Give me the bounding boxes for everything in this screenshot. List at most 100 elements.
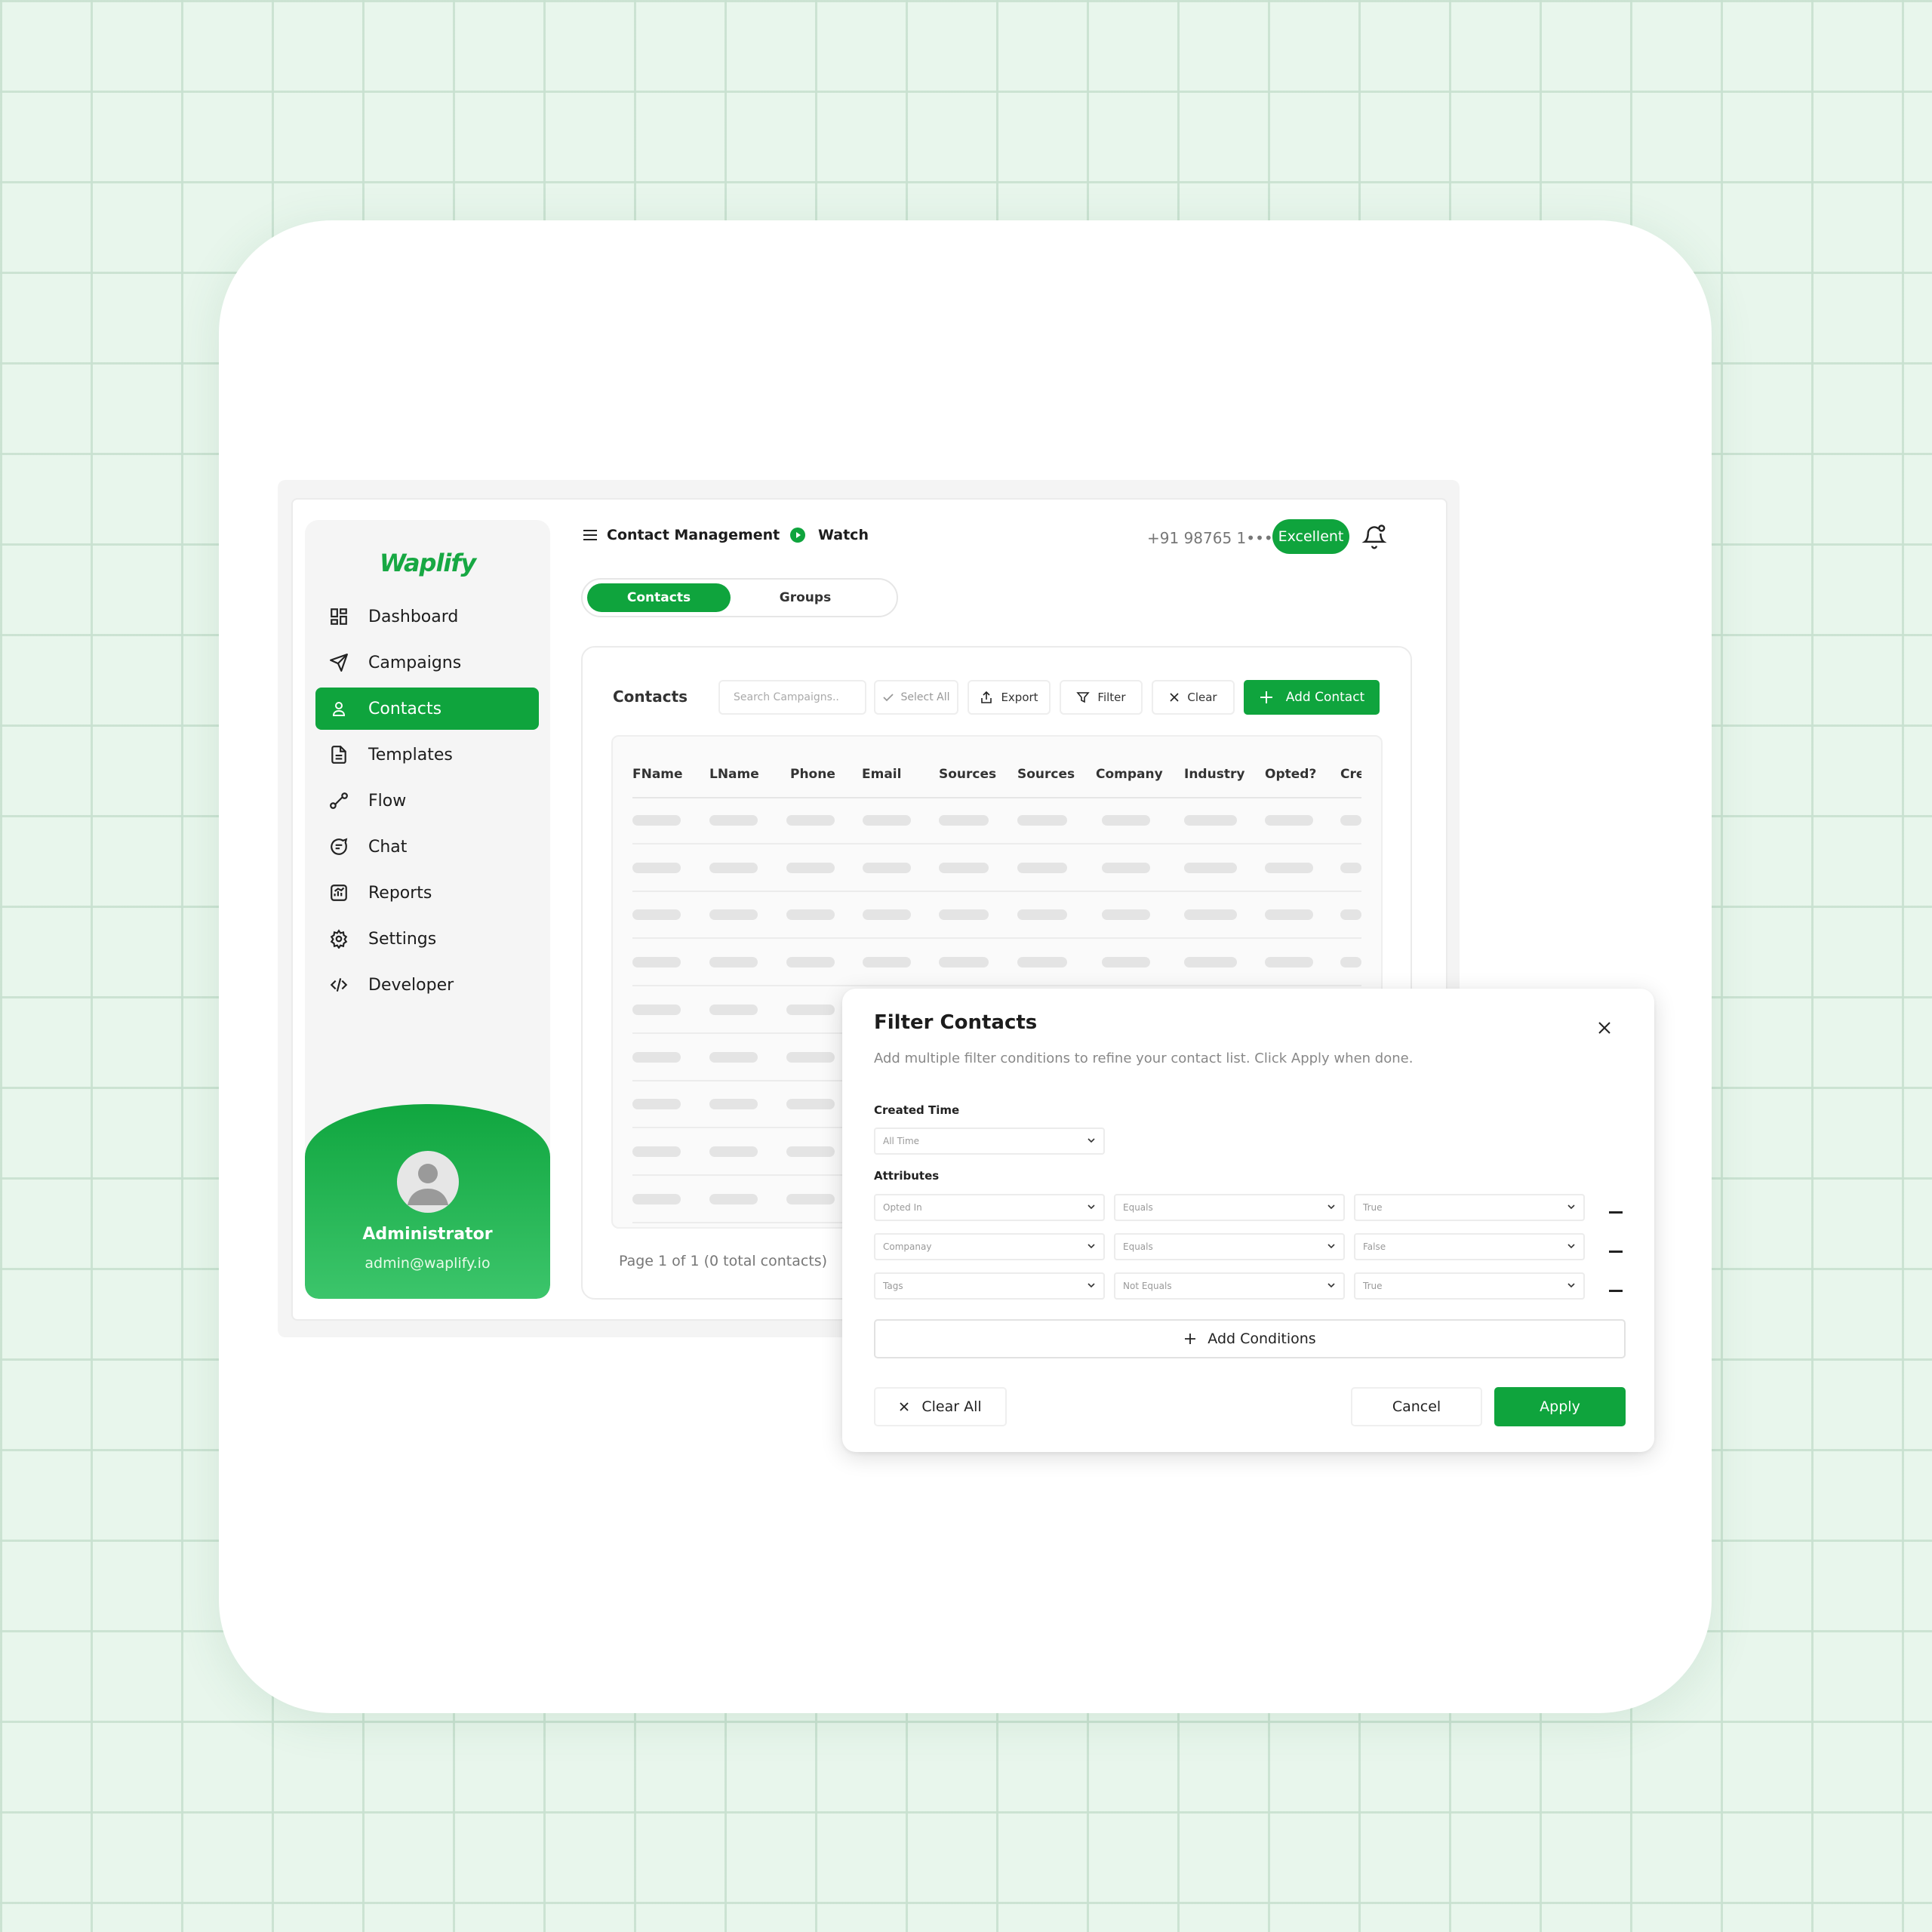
sidebar-item-label: Templates xyxy=(368,745,453,764)
close-icon xyxy=(1169,692,1180,703)
apply-button[interactable]: Apply xyxy=(1494,1387,1626,1426)
skeleton-cell xyxy=(1017,815,1067,826)
export-button[interactable]: Export xyxy=(968,680,1051,715)
skeleton-cell xyxy=(709,957,758,968)
column-header[interactable]: Email xyxy=(862,767,901,782)
condition-operator-select[interactable]: Not Equals xyxy=(1114,1272,1345,1300)
close-icon[interactable] xyxy=(1597,1020,1612,1038)
clear-all-button[interactable]: Clear All xyxy=(874,1387,1007,1426)
skeleton-cell xyxy=(1340,862,1361,873)
skeleton-cell xyxy=(1102,862,1150,873)
row-divider xyxy=(632,843,1361,844)
skeleton-cell xyxy=(709,1051,758,1063)
reports-icon xyxy=(328,881,350,904)
column-header[interactable]: Opted? xyxy=(1265,767,1316,782)
skeleton-cell xyxy=(1184,957,1237,968)
condition-field-select[interactable]: Companay xyxy=(874,1233,1105,1260)
cancel-button[interactable]: Cancel xyxy=(1351,1387,1482,1426)
remove-condition-button[interactable] xyxy=(1609,1290,1623,1292)
sidebar-item-label: Reports xyxy=(368,883,432,903)
skeleton-cell xyxy=(632,1051,681,1063)
notification-bell-icon[interactable] xyxy=(1361,523,1387,553)
created-time-select[interactable]: All Time xyxy=(874,1128,1105,1155)
sidebar-item-flow[interactable]: Flow xyxy=(315,780,539,822)
filter-label: Filter xyxy=(1097,691,1126,704)
column-header[interactable]: Industry xyxy=(1184,767,1244,782)
menu-icon[interactable] xyxy=(583,529,598,541)
condition-field-select[interactable]: Tags xyxy=(874,1272,1105,1300)
condition-operator-select[interactable]: Equals xyxy=(1114,1194,1345,1221)
chevron-down-icon xyxy=(1087,1202,1096,1214)
column-header[interactable]: Sources xyxy=(939,767,996,782)
remove-condition-button[interactable] xyxy=(1609,1251,1623,1253)
column-header[interactable]: Phone xyxy=(790,767,835,782)
skeleton-cell xyxy=(632,1004,681,1015)
user-icon xyxy=(328,697,350,720)
column-header[interactable]: Company xyxy=(1096,767,1163,782)
watch-button[interactable]: Watch xyxy=(789,527,869,543)
filter-button[interactable]: Filter xyxy=(1060,680,1143,715)
condition-value-select[interactable]: True xyxy=(1354,1194,1585,1221)
sidebar-item-label: Contacts xyxy=(368,699,442,718)
sidebar-item-campaigns[interactable]: Campaigns xyxy=(315,641,539,684)
skeleton-cell xyxy=(1340,909,1361,921)
skeleton-cell xyxy=(939,909,989,921)
condition-value-select[interactable]: False xyxy=(1354,1233,1585,1260)
sidebar-item-dashboard[interactable]: Dashboard xyxy=(315,595,539,638)
modal-subtitle: Add multiple filter conditions to refine… xyxy=(874,1051,1414,1066)
tab-groups[interactable]: Groups xyxy=(734,583,877,612)
sidebar-item-reports[interactable]: Reports xyxy=(315,872,539,914)
play-icon xyxy=(789,527,806,543)
skeleton-cell xyxy=(709,1004,758,1015)
condition-operator-select[interactable]: Equals xyxy=(1114,1233,1345,1260)
modal-title: Filter Contacts xyxy=(874,1011,1038,1034)
select-all-button[interactable]: Select All xyxy=(874,680,958,715)
skeleton-cell xyxy=(786,909,835,921)
profile-name: Administrator xyxy=(362,1225,493,1244)
add-conditions-button[interactable]: Add Conditions xyxy=(874,1319,1626,1358)
skeleton-cell xyxy=(863,815,911,826)
export-icon xyxy=(980,691,993,704)
skeleton-cell xyxy=(709,1099,758,1110)
column-header[interactable]: Sources xyxy=(1017,767,1075,782)
skeleton-cell xyxy=(786,1099,835,1110)
tab-contacts[interactable]: Contacts xyxy=(587,583,731,612)
condition-value-value: True xyxy=(1363,1202,1383,1213)
condition-value-select[interactable]: True xyxy=(1354,1272,1585,1300)
row-divider xyxy=(632,1079,845,1081)
skeleton-cell xyxy=(1102,815,1150,826)
sidebar-item-settings[interactable]: Settings xyxy=(315,918,539,960)
skeleton-cell xyxy=(632,909,681,921)
sidebar-item-label: Chat xyxy=(368,837,408,857)
skeleton-cell xyxy=(786,1004,835,1015)
column-header[interactable]: Cre xyxy=(1340,767,1361,782)
sidebar-item-label: Flow xyxy=(368,791,407,811)
sidebar-item-chat[interactable]: Chat xyxy=(315,826,539,868)
remove-condition-button[interactable] xyxy=(1609,1211,1623,1214)
chevron-down-icon xyxy=(1327,1241,1336,1253)
row-divider xyxy=(632,1127,845,1129)
user-profile-card[interactable]: Administrator admin@waplify.io xyxy=(305,1104,550,1299)
flow-icon xyxy=(328,789,350,812)
skeleton-cell xyxy=(1265,815,1313,826)
column-header[interactable]: FName xyxy=(632,767,683,782)
close-icon xyxy=(899,1401,909,1412)
search-placeholder: Search Campaigns.. xyxy=(734,691,839,703)
column-header[interactable]: LName xyxy=(709,767,759,782)
skeleton-cell xyxy=(1184,815,1237,826)
search-input[interactable]: Search Campaigns.. xyxy=(718,680,866,715)
sidebar-item-label: Developer xyxy=(368,975,454,995)
condition-field-select[interactable]: Opted In xyxy=(874,1194,1105,1221)
skeleton-cell xyxy=(632,1099,681,1110)
sidebar-item-developer[interactable]: Developer xyxy=(315,964,539,1006)
contacts-panel-title: Contacts xyxy=(613,688,688,706)
chevron-down-icon xyxy=(1087,1241,1096,1253)
skeleton-cell xyxy=(709,909,758,921)
sidebar-item-label: Campaigns xyxy=(368,653,462,672)
condition-field-value: Companay xyxy=(883,1241,932,1252)
sidebar-item-templates[interactable]: Templates xyxy=(315,734,539,776)
add-contact-button[interactable]: Add Contact xyxy=(1244,680,1380,715)
sidebar-item-contacts[interactable]: Contacts xyxy=(315,688,539,730)
tab-switcher: Contacts Groups xyxy=(581,578,898,617)
clear-button[interactable]: Clear xyxy=(1152,680,1235,715)
